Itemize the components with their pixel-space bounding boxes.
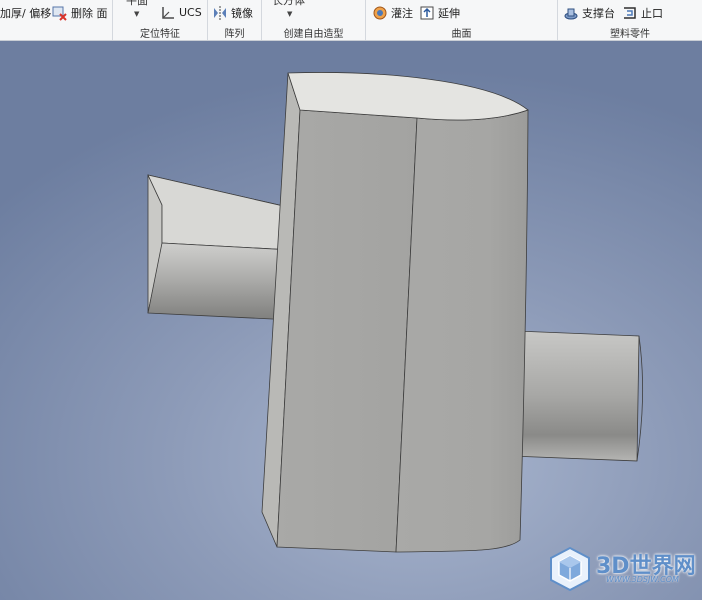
plastic-part-group: 支撑台 止口 塑料零件: [558, 0, 702, 40]
ribbon-toolbar: 加厚/ 偏移 删除 面 平面 ▼ UCS 定位特征 镜像 阵列 长方体 ▼ 创建…: [0, 0, 702, 41]
plastic-part-group-label: 塑料零件: [610, 29, 650, 40]
boss-button[interactable]: 支撑台: [563, 4, 615, 21]
surface-group-label: 曲面: [451, 29, 472, 40]
extend-icon: [420, 6, 434, 19]
plane-label[interactable]: 平面: [126, 0, 148, 8]
box-dropdown-icon[interactable]: ▼: [287, 10, 292, 18]
patch-icon: [373, 6, 387, 19]
pattern-group: 镜像 阵列: [208, 0, 262, 40]
main-body-round-face[interactable]: [395, 109, 529, 553]
delete-face-label: 删除 面: [71, 6, 108, 20]
delete-face-button[interactable]: 删除 面: [52, 4, 108, 21]
cube-logo-icon: [550, 546, 590, 592]
watermark-logo: 3D世界网 WWW.3DSJW.COM: [548, 546, 702, 592]
mirror-icon: [214, 5, 226, 20]
lip-icon: [624, 6, 636, 19]
work-features-group: 平面 ▼ UCS 定位特征: [113, 0, 208, 40]
ucs-label: UCS: [179, 6, 202, 19]
left-boss[interactable]: [147, 174, 293, 321]
ucs-icon: [162, 6, 174, 19]
ucs-button[interactable]: UCS: [160, 4, 202, 21]
watermark-subtext: WWW.3DSJW.COM: [606, 575, 679, 584]
freeform-group-label: 创建自由造型: [283, 29, 344, 40]
extend-button[interactable]: 延伸: [419, 4, 460, 21]
main-body-front-face[interactable]: [276, 109, 418, 553]
freeform-group: 长方体 ▼ 创建自由造型: [262, 0, 366, 40]
lip-label: 止口: [641, 6, 663, 20]
boss-label: 支撑台: [582, 6, 615, 20]
thicken-offset-button[interactable]: 加厚/ 偏移: [0, 4, 51, 21]
main-body[interactable]: [261, 72, 529, 553]
modify-group: 加厚/ 偏移 删除 面: [0, 0, 113, 40]
plane-dropdown-icon[interactable]: ▼: [134, 10, 139, 18]
extend-label: 延伸: [438, 6, 460, 20]
thicken-offset-label: 加厚/ 偏移: [0, 6, 52, 20]
left-boss-lower-face[interactable]: [147, 242, 293, 321]
surface-group: 灌注 延伸 曲面: [366, 0, 558, 40]
part-model[interactable]: [0, 41, 702, 600]
work-features-group-label: 定位特征: [140, 29, 180, 40]
mirror-button[interactable]: 镜像: [212, 4, 253, 21]
box-label[interactable]: 长方体: [272, 0, 305, 8]
patch-label: 灌注: [391, 6, 413, 20]
delete-face-icon: [52, 6, 67, 21]
lip-button[interactable]: 止口: [622, 4, 663, 21]
left-boss-upper-face[interactable]: [147, 174, 293, 251]
boss-icon: [564, 8, 578, 19]
patch-button[interactable]: 灌注: [372, 4, 413, 21]
pattern-group-label: 阵列: [224, 29, 245, 40]
graphics-viewport[interactable]: 3D世界网 WWW.3DSJW.COM: [0, 41, 702, 600]
mirror-label: 镜像: [231, 6, 253, 20]
